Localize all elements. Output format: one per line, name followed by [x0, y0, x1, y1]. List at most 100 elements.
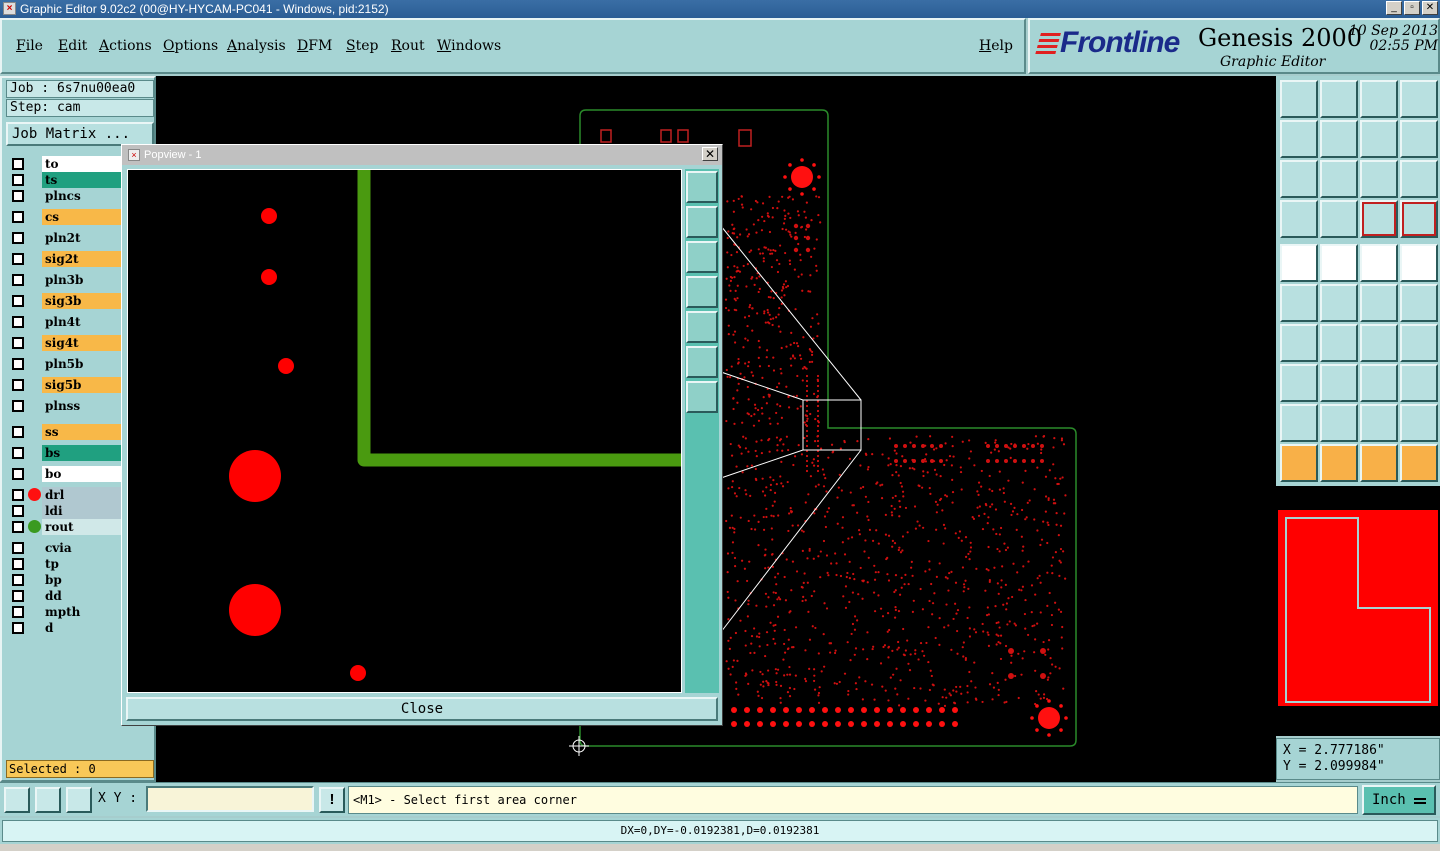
view-down-icon[interactable] [1320, 80, 1358, 118]
layer-checkbox[interactable] [12, 542, 24, 554]
popview-zoom-out-icon[interactable] [686, 381, 718, 413]
app-icon[interactable]: × [3, 2, 16, 15]
grid-icon[interactable] [1320, 200, 1358, 238]
popview-pan-right-icon[interactable] [686, 311, 718, 343]
triangle-box-icon[interactable] [1360, 404, 1398, 442]
layer-checkbox[interactable] [12, 253, 24, 265]
pad-icon[interactable] [1400, 244, 1438, 282]
net-highlight-icon[interactable] [1360, 200, 1398, 238]
step-icon[interactable] [1400, 120, 1438, 158]
layer-checkbox[interactable] [12, 211, 24, 223]
popview-close-icon[interactable]: ✕ [702, 147, 718, 161]
pointer-alt-icon[interactable] [1360, 444, 1398, 482]
select-feature-icon[interactable] [1280, 244, 1318, 282]
layer-checkbox[interactable] [12, 400, 24, 412]
layer-checkbox[interactable] [12, 521, 24, 533]
add-line-icon[interactable] [1320, 244, 1358, 282]
popview-pan-up-icon[interactable] [686, 206, 718, 238]
menu-file[interactable]: File [16, 38, 43, 54]
layer-checkbox[interactable] [12, 316, 24, 328]
layer-checkbox[interactable] [12, 558, 24, 570]
layer-checkbox[interactable] [12, 622, 24, 634]
menu-options[interactable]: Options [163, 38, 218, 54]
layer-checkbox[interactable] [12, 574, 24, 586]
menu-step[interactable]: Step [346, 38, 378, 54]
job-matrix-button[interactable]: Job Matrix ... [6, 122, 154, 146]
triangle-line-icon[interactable] [1400, 404, 1438, 442]
popview-pan-down-icon[interactable] [686, 241, 718, 273]
view-home-icon[interactable] [1280, 80, 1318, 118]
layer-checkbox[interactable] [12, 606, 24, 618]
help-icon[interactable] [1400, 160, 1438, 198]
popview-window[interactable]: × Popview - 1 ✕ Close [121, 144, 723, 726]
zoom-center-icon[interactable] [1320, 160, 1358, 198]
overview-map[interactable] [1276, 486, 1440, 736]
angle-icon[interactable] [1280, 324, 1318, 362]
window-split-icon[interactable] [1400, 80, 1438, 118]
pan-left-icon[interactable] [1280, 120, 1318, 158]
trim-icon[interactable] [1320, 364, 1358, 402]
measure-icon[interactable] [1360, 364, 1398, 402]
node-add-icon[interactable] [1400, 284, 1438, 322]
menu-dfm[interactable]: DFM [297, 38, 332, 54]
route-icon[interactable] [1400, 444, 1438, 482]
menu-windows[interactable]: Windows [437, 38, 501, 54]
xy-input[interactable] [146, 786, 314, 812]
layer-checkbox[interactable] [12, 489, 24, 501]
menu-help[interactable]: Help [979, 38, 1013, 54]
layer-checkbox[interactable] [12, 295, 24, 307]
measure-mode-icon[interactable] [35, 787, 61, 813]
delete-node-icon[interactable] [1320, 284, 1358, 322]
tools-icon[interactable] [1280, 200, 1318, 238]
menu-analysis[interactable]: Analysis [227, 38, 286, 54]
layer-checkbox[interactable] [12, 468, 24, 480]
zoom-toggle-icon[interactable] [1360, 120, 1398, 158]
exclamation-button[interactable]: ! [319, 787, 345, 813]
layer-checkbox[interactable] [12, 426, 24, 438]
layer-checkbox[interactable] [12, 358, 24, 370]
popview-canvas[interactable] [127, 169, 682, 693]
line-icon[interactable] [1320, 324, 1358, 362]
pan-right-icon[interactable] [1320, 120, 1358, 158]
popview-close-button[interactable]: Close [126, 697, 718, 721]
pad-select-icon[interactable] [1280, 364, 1318, 402]
pointer-box-icon[interactable] [1320, 444, 1358, 482]
popview-titlebar[interactable]: × Popview - 1 ✕ [122, 145, 722, 165]
layer-checkbox[interactable] [12, 274, 24, 286]
layer-checkbox[interactable] [12, 158, 24, 170]
move-node-icon[interactable] [1360, 284, 1398, 322]
layer-checkbox[interactable] [12, 590, 24, 602]
layer-checkbox[interactable] [12, 505, 24, 517]
connect-nodes-icon[interactable] [1280, 284, 1318, 322]
layer-checkbox[interactable] [12, 174, 24, 186]
menu-rout[interactable]: Rout [391, 38, 425, 54]
popview-zoom-in-icon[interactable] [686, 346, 718, 378]
popview-pan-left-icon[interactable] [686, 276, 718, 308]
grid-mode-icon[interactable] [66, 787, 92, 813]
text-edit-icon[interactable] [1400, 324, 1438, 362]
layer-checkbox[interactable] [12, 447, 24, 459]
snap-mode-icon[interactable] [4, 787, 30, 813]
pointer-icon[interactable] [1280, 444, 1318, 482]
layer-checkbox[interactable] [12, 337, 24, 349]
menu-edit[interactable]: Edit [58, 38, 87, 54]
popview-copy-icon[interactable] [686, 171, 718, 203]
scale-1-2-icon[interactable] [1360, 160, 1398, 198]
units-dropdown[interactable]: Inch [1362, 785, 1436, 815]
maximize-button[interactable]: ▫ [1404, 1, 1420, 15]
triangle-icon[interactable] [1280, 404, 1318, 442]
triangle-alt-icon[interactable] [1320, 404, 1358, 442]
close-button[interactable]: ✕ [1422, 1, 1438, 15]
layer-checkbox[interactable] [12, 232, 24, 244]
zoom-fit-icon[interactable] [1280, 160, 1318, 198]
arc-icon[interactable] [1360, 324, 1398, 362]
ruler-icon[interactable] [1360, 244, 1398, 282]
net-compare-icon[interactable] [1400, 200, 1438, 238]
house-icon[interactable] [1360, 80, 1398, 118]
layer-checkbox[interactable] [12, 379, 24, 391]
via [816, 454, 820, 458]
menu-actions[interactable]: Actions [99, 38, 152, 54]
minimize-button[interactable]: _ [1386, 1, 1402, 15]
copy-pads-icon[interactable] [1400, 364, 1438, 402]
layer-checkbox[interactable] [12, 190, 24, 202]
